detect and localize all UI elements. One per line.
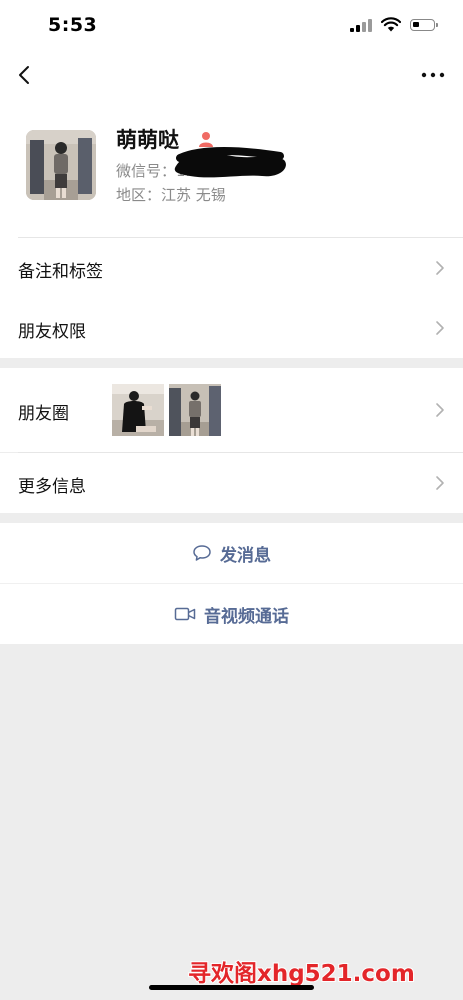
region-label: 地区：	[116, 186, 162, 204]
profile-card: 萌萌哒 微信号：1...3210 地区：江苏 无锡	[0, 100, 463, 238]
more-info-label: 更多信息	[18, 477, 86, 497]
chevron-right-icon	[436, 321, 444, 335]
friend-permissions-label: 朋友权限	[18, 322, 86, 342]
site-watermark: 寻欢阁xhg521.com	[188, 959, 416, 988]
status-bar: 5:53	[0, 0, 463, 50]
status-icons	[350, 17, 438, 32]
more-options-button[interactable]	[419, 62, 447, 88]
cellular-signal-icon	[350, 18, 372, 32]
wifi-icon	[381, 17, 401, 32]
nickname: 萌萌哒	[116, 128, 179, 152]
watermark-text: 寻欢阁xhg521.com	[188, 960, 415, 987]
back-button[interactable]	[12, 62, 38, 88]
send-message-label: 发消息	[220, 545, 271, 566]
moments-label: 朋友圈	[18, 404, 69, 424]
wechat-id-label: 微信号：	[116, 162, 177, 180]
avatar[interactable]	[26, 130, 96, 200]
region: 地区：江苏 无锡	[116, 184, 226, 205]
region-value: 江苏 无锡	[161, 186, 226, 204]
chevron-right-icon	[436, 476, 444, 490]
nav-bar	[0, 50, 463, 100]
redaction-scribble	[174, 147, 286, 178]
home-indicator[interactable]	[149, 985, 314, 990]
moments-thumbnail	[112, 384, 164, 436]
row-more-info[interactable]: 更多信息	[0, 453, 463, 513]
video-call-label: 音视频通话	[204, 606, 289, 627]
remark-tags-label: 备注和标签	[18, 262, 103, 282]
moments-thumbnail	[169, 384, 221, 436]
chevron-right-icon	[436, 403, 444, 417]
status-time: 5:53	[48, 14, 98, 36]
video-call-button[interactable]: 音视频通话	[0, 584, 463, 644]
battery-icon	[410, 18, 438, 31]
row-remark-tags[interactable]: 备注和标签	[0, 238, 463, 298]
avatar-photo	[26, 130, 96, 200]
video-camera-icon	[174, 607, 196, 621]
row-friend-permissions[interactable]: 朋友权限	[0, 298, 463, 358]
send-message-button[interactable]: 发消息	[0, 523, 463, 583]
chat-bubble-icon	[193, 545, 211, 561]
chevron-right-icon	[436, 261, 444, 275]
row-moments[interactable]: 朋友圈	[0, 368, 463, 452]
